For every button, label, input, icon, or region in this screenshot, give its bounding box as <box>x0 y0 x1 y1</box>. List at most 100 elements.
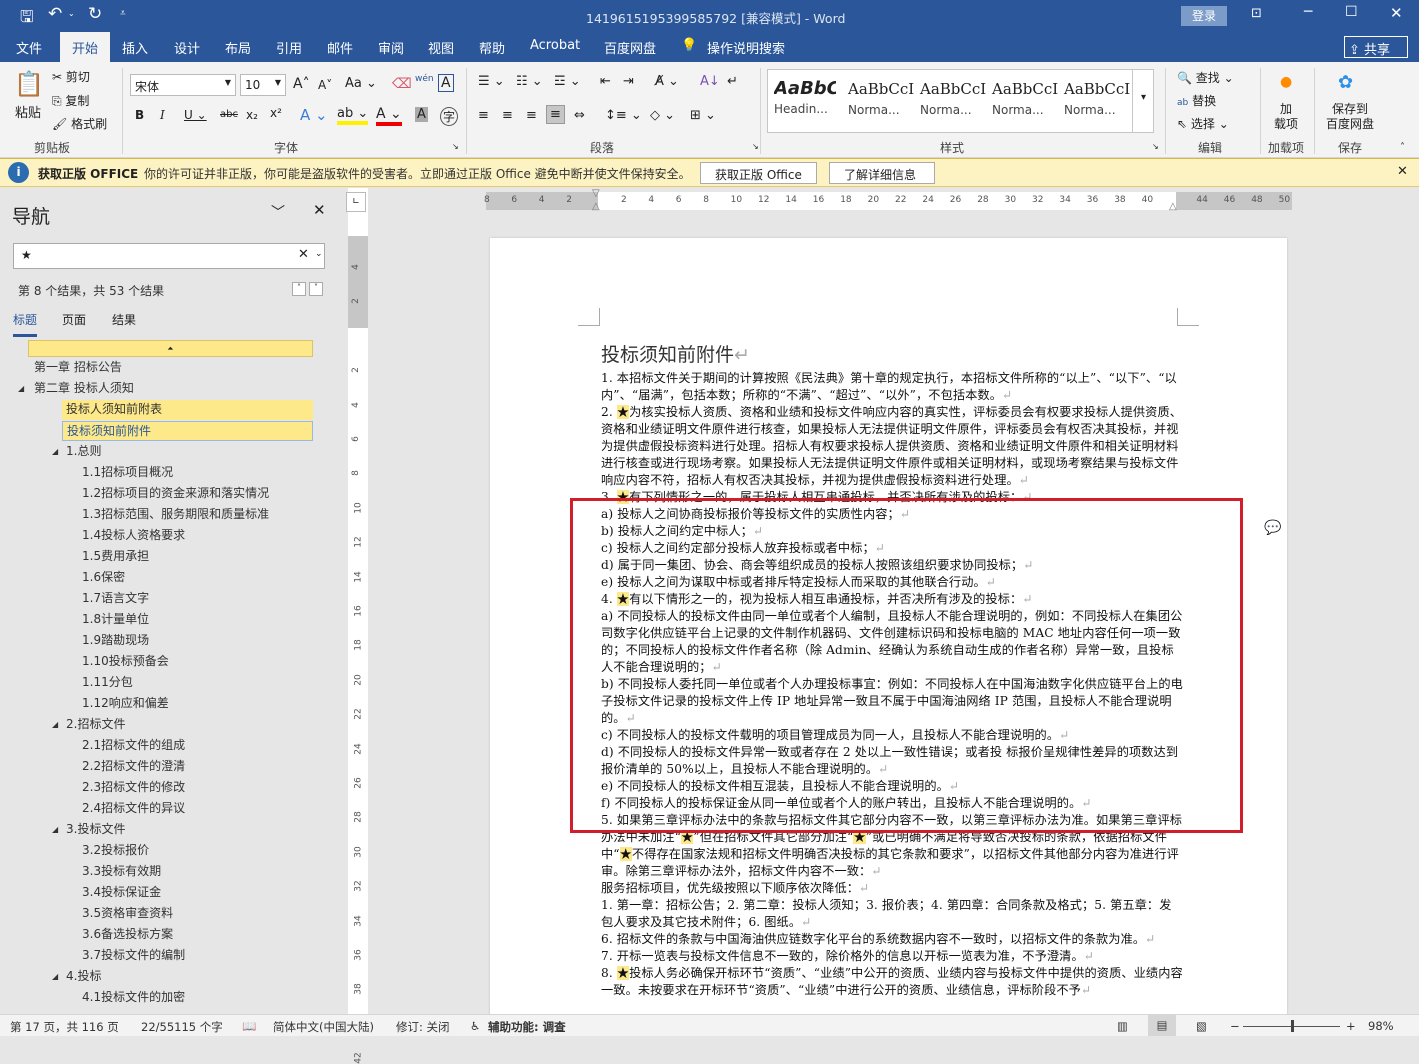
borders-icon[interactable]: ⊞ ⌄ <box>690 108 716 123</box>
first-line-indent-marker[interactable]: ▽ <box>592 188 600 199</box>
expand-arrow-icon[interactable]: ◢ <box>52 967 58 987</box>
previous-result-button[interactable]: ˄ <box>292 282 306 296</box>
copy-button[interactable]: ⎘ 复制 <box>52 92 89 109</box>
styles-more-button[interactable]: ▾ <box>1132 70 1154 132</box>
nav-heading-item[interactable]: 1.7语言文字 <box>82 589 149 609</box>
text-effects-icon[interactable]: A ⌄ <box>300 106 328 124</box>
font-name-select[interactable]: 宋体 ▼ <box>130 74 236 96</box>
paste-button[interactable]: 粘贴 <box>15 102 41 121</box>
learn-more-button[interactable]: 了解详细信息 <box>829 162 935 184</box>
nav-close-icon[interactable]: ✕ <box>313 201 326 219</box>
grow-font-icon[interactable]: A˄ <box>293 76 310 92</box>
nav-heading-item[interactable]: 1.2招标项目的资金来源和落实情况 <box>82 484 269 504</box>
nav-heading-item[interactable]: 1.11分包 <box>82 673 133 693</box>
tab-baidu[interactable]: 百度网盘 <box>604 38 656 57</box>
save-icon[interactable]: 🖫 <box>20 6 34 33</box>
strikethrough-button[interactable]: abc <box>220 109 238 120</box>
nav-heading-item[interactable]: 3.投标文件 <box>66 820 125 840</box>
decrease-indent-icon[interactable]: ⇤ <box>600 74 611 89</box>
nav-heading-item[interactable]: 1.6保密 <box>82 568 125 588</box>
tab-insert[interactable]: 插入 <box>122 38 148 57</box>
asian-layout-icon[interactable]: A̸ ⌄ <box>655 74 679 89</box>
style-normal-1[interactable]: AaBbCcI Norma... <box>848 80 914 117</box>
sort-icon[interactable]: A↓ <box>700 74 720 89</box>
nav-heading-item[interactable]: 2.2招标文件的澄清 <box>82 757 185 777</box>
read-mode-icon[interactable]: ▥ <box>1117 1019 1128 1033</box>
find-button[interactable]: 🔍 查找 ⌄ <box>1177 69 1234 86</box>
enclose-char-icon[interactable]: 字 <box>440 107 459 126</box>
track-changes-status[interactable]: 修订: 关闭 <box>396 1019 450 1035</box>
increase-indent-icon[interactable]: ⇥ <box>623 74 634 89</box>
save-to-baidu-button[interactable]: 保存到 百度网盘 <box>1326 102 1374 132</box>
italic-button[interactable]: I <box>160 108 165 122</box>
tab-design[interactable]: 设计 <box>174 38 200 57</box>
tab-selector-icon[interactable]: ∟ <box>346 192 366 212</box>
share-button[interactable]: ⇪ 共享 ⌄ <box>1344 36 1408 73</box>
zoom-out-button[interactable]: − <box>1230 1019 1240 1033</box>
expand-arrow-icon[interactable]: ◢ <box>18 379 24 399</box>
tab-layout[interactable]: 布局 <box>225 38 251 57</box>
customize-qat-icon[interactable]: ⩡ <box>120 8 126 19</box>
tab-review[interactable]: 审阅 <box>378 38 404 57</box>
addins-button[interactable]: 加 载项 <box>1274 102 1298 132</box>
phonetic-guide-icon[interactable]: wén <box>415 74 434 84</box>
nav-tab-results[interactable]: 结果 <box>112 311 136 328</box>
nav-heading-item[interactable]: 1.10投标预备会 <box>82 652 169 672</box>
nav-heading-item[interactable]: 2.4招标文件的异议 <box>82 799 185 819</box>
nav-heading-item[interactable]: 2.1招标文件的组成 <box>82 736 185 756</box>
nav-heading-item[interactable]: 3.7投标文件的编制 <box>82 946 185 966</box>
nav-heading-item[interactable]: 投标须知前附件 <box>62 421 313 441</box>
paste-icon[interactable]: 📋 <box>14 70 44 98</box>
font-dialog-launcher-icon[interactable]: ↘ <box>452 142 459 151</box>
bold-button[interactable]: B <box>135 108 144 122</box>
tab-file[interactable]: 文件 <box>16 38 42 57</box>
nav-heading-item[interactable]: 4.1投标文件的加密 <box>82 988 185 1008</box>
nav-tab-headings[interactable]: 标题 <box>13 311 38 337</box>
language[interactable]: 简体中文(中国大陆) <box>273 1019 374 1035</box>
distributed-icon[interactable]: ⇔ <box>574 108 585 123</box>
nav-heading-item[interactable]: 1.总则 <box>66 442 101 462</box>
ribbon-display-icon[interactable]: ⊡ <box>1251 6 1262 21</box>
print-layout-icon[interactable]: ▤ <box>1148 1015 1176 1036</box>
superscript-button[interactable]: x² <box>270 106 282 120</box>
undo-dropdown-icon[interactable]: ⌄ <box>68 9 75 18</box>
right-indent-marker[interactable]: △ <box>1169 201 1177 212</box>
nav-tab-pages[interactable]: 页面 <box>62 311 86 328</box>
multilevel-list-icon[interactable]: ☲ ⌄ <box>554 74 581 89</box>
underline-button[interactable]: U ⌄ <box>184 108 207 122</box>
nav-heading-item[interactable]: 1.3招标范围、服务期限和质量标准 <box>82 505 269 525</box>
nav-heading-item[interactable]: 投标人须知前附表 <box>62 400 313 420</box>
nav-heading-item[interactable]: 3.6备选投标方案 <box>82 925 173 945</box>
change-case-button[interactable]: Aa ⌄ <box>345 76 377 91</box>
bullets-icon[interactable]: ☰ ⌄ <box>478 74 505 89</box>
shrink-font-icon[interactable]: A˅ <box>318 78 332 92</box>
search-options-icon[interactable]: ⌄ <box>315 249 323 259</box>
get-genuine-office-button[interactable]: 获取正版 Office <box>700 162 817 184</box>
nav-heading-item[interactable]: 2.3招标文件的修改 <box>82 778 185 798</box>
tab-mailings[interactable]: 邮件 <box>327 38 353 57</box>
zoom-in-button[interactable]: + <box>1346 1019 1356 1033</box>
nav-heading-item[interactable]: 3.3投标有效期 <box>82 862 161 882</box>
scroll-to-top-button[interactable]: ⏶ <box>28 340 313 357</box>
nav-heading-item[interactable]: 第一章 招标公告 <box>34 358 122 378</box>
redo-icon[interactable]: ↻ <box>88 4 102 24</box>
close-warning-icon[interactable]: ✕ <box>1397 164 1408 179</box>
horizontal-ruler[interactable]: ▽ △ △ 8 6 4 2 2 4 6 8 10 12 14 16 18 20 22 24 26 28 30 32 34… <box>484 188 1292 212</box>
replace-button[interactable]: ab 替换 <box>1177 92 1216 109</box>
zoom-level[interactable]: 98% <box>1368 1019 1394 1033</box>
style-normal-3[interactable]: AaBbCcI Norma... <box>992 80 1058 117</box>
login-button[interactable]: 登录 <box>1181 6 1227 26</box>
nav-heading-item[interactable]: 4.投标 <box>66 967 101 987</box>
align-center-icon[interactable]: ≡ <box>502 108 513 123</box>
justify-icon[interactable]: ≡ <box>546 105 565 124</box>
align-right-icon[interactable]: ≡ <box>526 108 537 123</box>
collapse-ribbon-icon[interactable]: ˄ <box>1400 142 1405 153</box>
subscript-button[interactable]: x₂ <box>246 108 258 122</box>
nav-heading-item[interactable]: 3.2投标报价 <box>82 841 149 861</box>
highlight-color-icon[interactable]: ab ⌄ <box>337 106 369 125</box>
left-indent-marker[interactable]: △ <box>592 201 600 212</box>
maximize-button[interactable]: ☐ <box>1345 4 1358 20</box>
nav-heading-item[interactable]: 1.5费用承担 <box>82 547 149 567</box>
tab-acrobat[interactable]: Acrobat <box>530 38 580 53</box>
expand-arrow-icon[interactable]: ◢ <box>52 820 58 840</box>
